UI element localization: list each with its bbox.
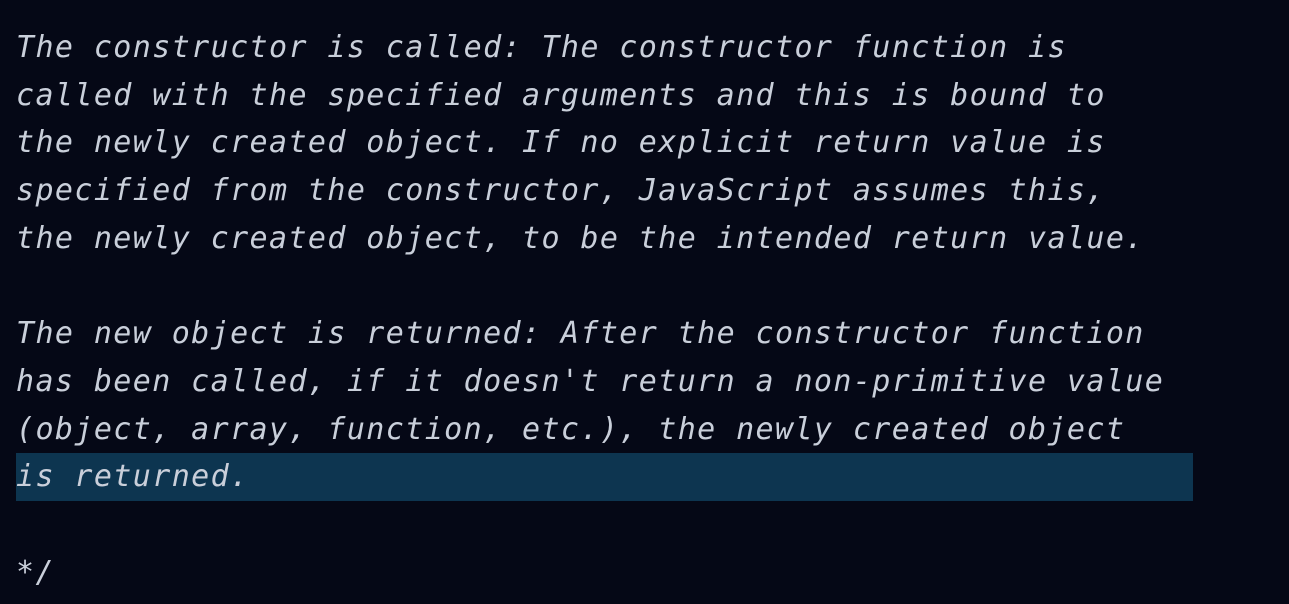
code-editor[interactable]: The constructor is called: The construct… [0,0,1289,604]
code-line-7: The new object is returned: After the co… [16,316,1145,352]
code-line-9: (object, array, function, etc.), the new… [16,411,1126,447]
code-line-8: has been called, if it doesn't return a … [16,363,1165,399]
code-line-1: The constructor is called: The construct… [16,30,1067,65]
code-line-3: the newly created object. If no explicit… [16,125,1106,161]
comment-close: */ [16,554,55,590]
code-line-4: specified from the constructor, JavaScri… [16,173,1106,209]
code-line-2: called with the specified arguments and … [16,77,1106,113]
code-line-5: the newly created object, to be the inte… [16,220,1145,256]
